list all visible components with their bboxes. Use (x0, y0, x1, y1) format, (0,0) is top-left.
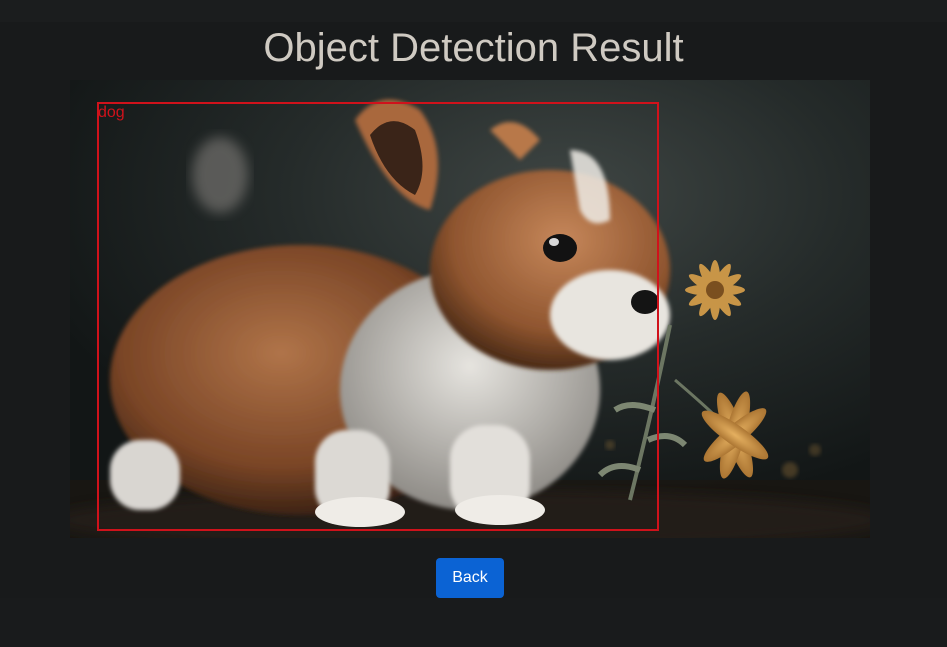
detection-label: dog (98, 104, 125, 121)
top-strip (0, 0, 947, 22)
page-title: Object Detection Result (263, 26, 684, 70)
detection-box: dog (97, 102, 659, 531)
back-button[interactable]: Back (436, 558, 504, 598)
result-panel: Object Detection Result dog Back (0, 0, 947, 598)
detection-image: dog (70, 80, 870, 538)
